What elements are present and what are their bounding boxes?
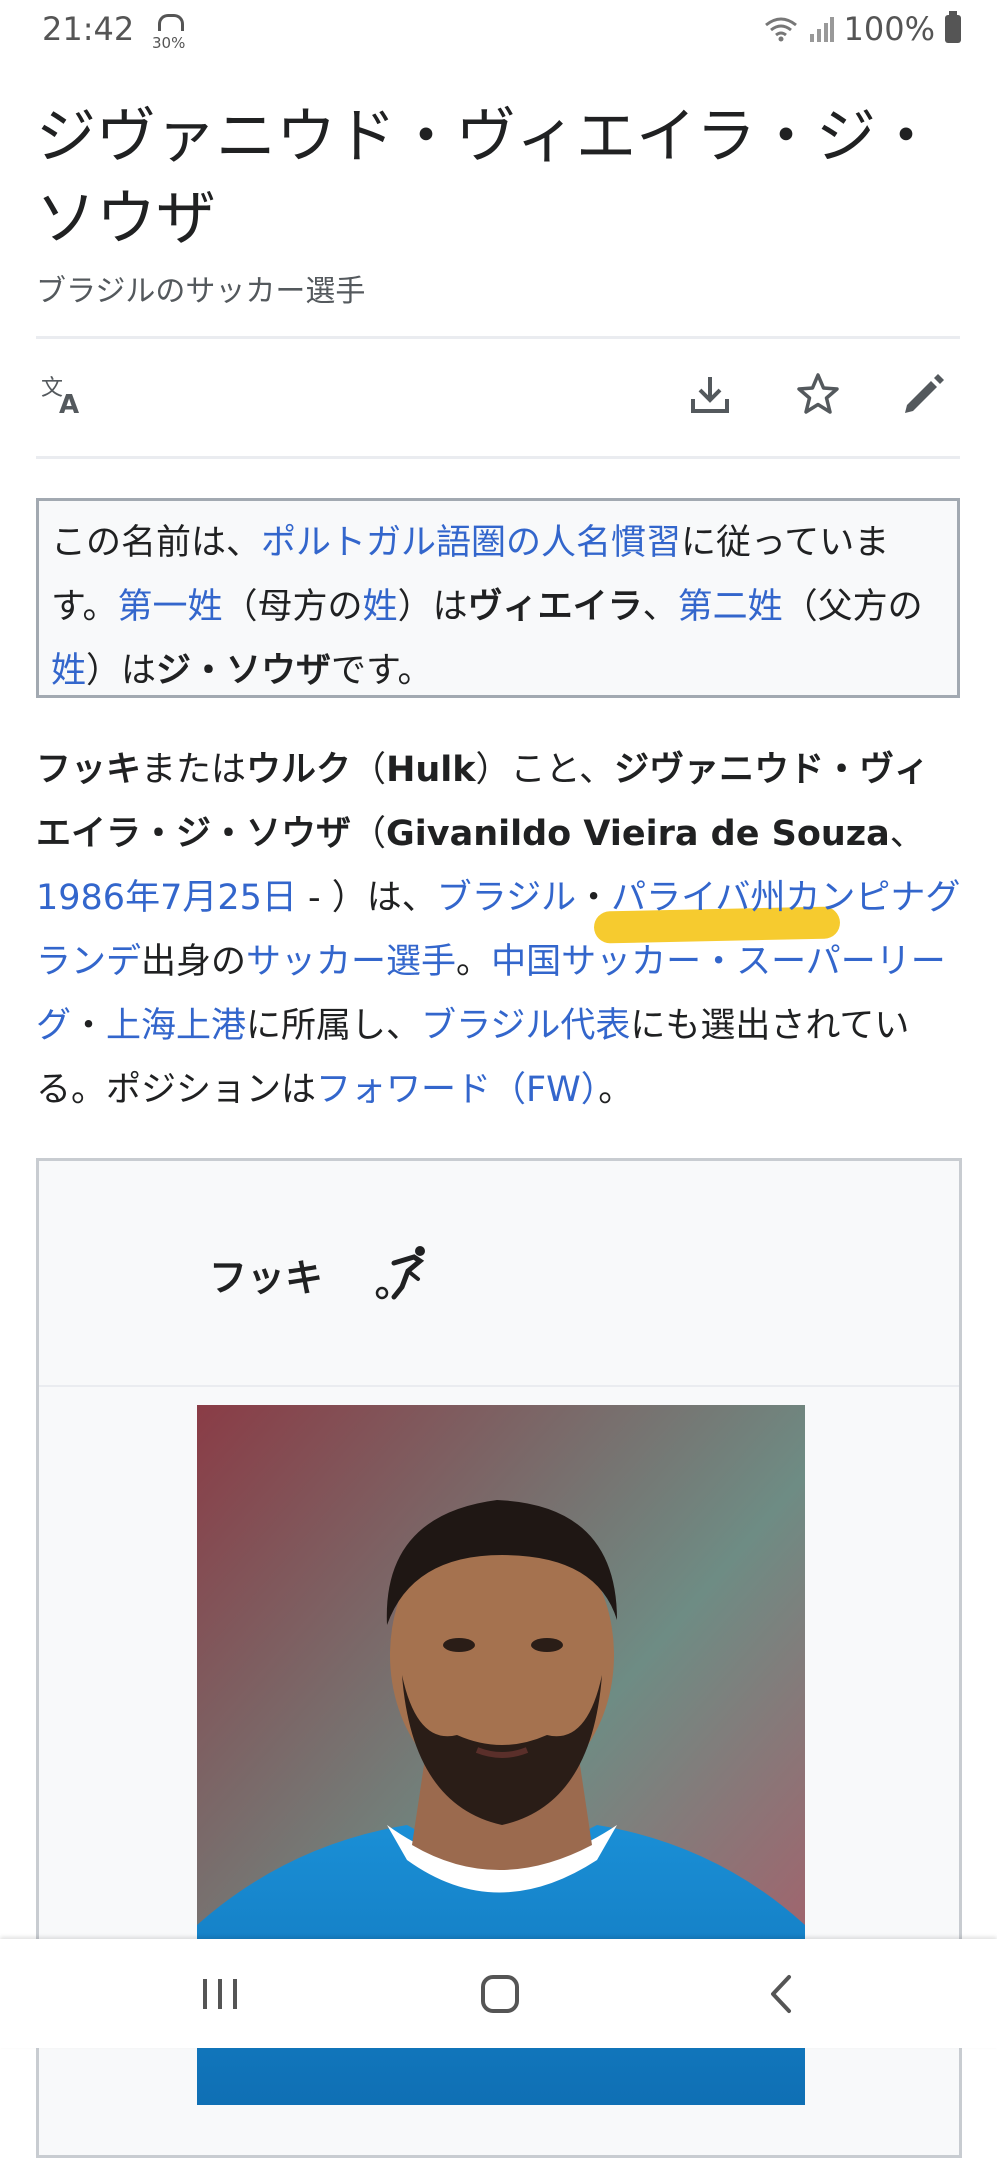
hatnote-bold: ジ・ソウザ (156, 651, 332, 691)
home-button[interactable] (470, 1969, 530, 2019)
lead-text: または (141, 750, 247, 790)
lead-text: ・ (576, 878, 612, 918)
download-icon (691, 377, 729, 413)
lead-bold: フッキ (36, 750, 142, 790)
svg-text:A: A (59, 390, 79, 417)
lead-text: 。 (598, 1070, 634, 1110)
status-indicators: 100% (764, 10, 961, 48)
signal-icon (809, 17, 834, 42)
football-player-icon (375, 1246, 425, 1300)
weather-percent: 30% (152, 34, 186, 52)
hatnote-text: 、 (642, 587, 678, 627)
lead-text: に所属し、 (246, 1006, 422, 1046)
system-nav-bar (0, 1939, 997, 2048)
lead-bold: Hulk (386, 750, 476, 790)
divider (36, 456, 960, 459)
link-surname[interactable]: 姓 (363, 587, 398, 627)
status-bar: 21:42 30% 100% (0, 0, 997, 62)
lead-text: - ）は、 (296, 878, 437, 918)
lead-bold: ウルク (246, 750, 352, 790)
edit-icon (905, 374, 944, 413)
link-surname[interactable]: 姓 (51, 651, 86, 691)
link-forward[interactable]: フォワード（FW） (316, 1070, 598, 1110)
link-birth-date[interactable]: 1986年7月25日 (36, 878, 297, 918)
hatnote-text: ）は (397, 587, 468, 627)
star-icon (797, 373, 839, 414)
lead-paragraph: フッキまたはウルク（Hulk）こと、ジヴァニウド・ヴィエイラ・ジ・ソウザ（Giv… (36, 738, 961, 1122)
weather-icon: 30% (152, 12, 188, 52)
name-hatnote: この名前は、ポルトガル語圏の人名慣習に従っています。第一姓（母方の姓）はヴィエイ… (36, 498, 960, 698)
link-football-player[interactable]: サッカー選手 (246, 942, 456, 982)
back-icon (771, 1975, 791, 2013)
link-brazil[interactable]: ブラジル (437, 878, 576, 918)
page-actions-toolbar: 文 A (36, 358, 960, 438)
hatnote-text: （父方の (782, 587, 923, 627)
download-button[interactable] (684, 368, 736, 420)
lead-text: ）こと、 (475, 750, 615, 790)
watch-button[interactable] (792, 368, 844, 420)
edit-button[interactable] (898, 368, 950, 420)
home-icon (481, 1975, 519, 2013)
hatnote-bold: ヴィエイラ (467, 587, 643, 627)
infobox-name: フッキ (209, 1256, 324, 1300)
hatnote-text: この名前は、 (51, 523, 262, 563)
lead-text: ・ (71, 1006, 107, 1046)
page-subtitle: ブラジルのサッカー選手 (36, 274, 366, 309)
hatnote-text: ）は (86, 651, 157, 691)
hatnote-text: です。 (331, 651, 433, 691)
lead-bold: Givanildo Vieira de Souza (386, 814, 890, 854)
recent-apps-icon (203, 1979, 237, 2009)
infobox-header: フッキ (39, 1161, 959, 1387)
lead-text: 、 (889, 814, 925, 854)
page-title: ジヴァニウド・ヴィエイラ・ジ・ソウザ (36, 102, 936, 254)
translate-icon: 文 A (41, 376, 79, 417)
hatnote-text: （母方の (222, 587, 363, 627)
link-portuguese-naming[interactable]: ポルトガル語圏の人名慣習 (261, 523, 681, 563)
divider (36, 336, 960, 339)
wifi-icon (764, 17, 797, 42)
link-paraiba[interactable]: パライバ州 (611, 878, 785, 918)
back-button[interactable] (752, 1969, 812, 2019)
link-first-surname[interactable]: 第一姓 (118, 587, 223, 627)
link-shanghai-sipg[interactable]: 上海上港 (106, 1006, 246, 1046)
link-second-surname[interactable]: 第二姓 (678, 587, 783, 627)
recent-apps-button[interactable] (190, 1969, 250, 2019)
lead-text: （ (351, 750, 387, 790)
link-brazil-national-team[interactable]: ブラジル代表 (421, 1006, 630, 1046)
status-time: 21:42 (42, 10, 135, 48)
battery-icon (945, 11, 961, 43)
lead-text: （ (351, 814, 387, 854)
lead-text: 。 (456, 942, 492, 982)
lead-text: 出身の (141, 942, 247, 982)
battery-percent: 100% (843, 10, 935, 48)
language-button[interactable]: 文 A (36, 368, 88, 420)
